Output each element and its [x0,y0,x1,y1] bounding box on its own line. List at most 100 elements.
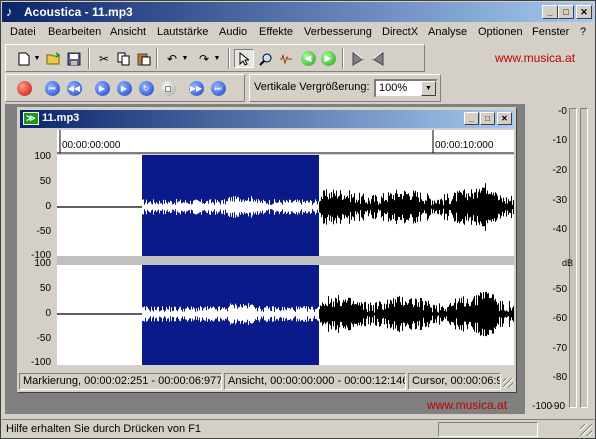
meter-label-min: -100 [532,401,553,412]
forward-arrow-icon[interactable]: ▶ [318,49,338,68]
doc-minimize-button[interactable]: _ [464,112,479,125]
stop-icon[interactable] [158,79,178,98]
play-icon[interactable]: ▶ [92,79,112,98]
new-dropdown-icon[interactable]: ▼ [32,49,42,68]
zoom-toolbar: Vertikale Vergrößerung: 100% ▼ [249,74,441,102]
time-ruler[interactable]: 00:00:00:000 00:00:10:000 [57,130,514,154]
document-status-bar: Markierung, 00:00:02:251 - 00:00:06:977 … [19,373,515,391]
toolbar-separator [156,48,158,69]
play-selection-icon[interactable]: ▶ [114,79,134,98]
waveform-file-icon: ≫ [23,112,39,125]
resize-grip-icon[interactable] [503,378,513,388]
menu-datei[interactable]: Datei [10,26,36,38]
menu-ansicht[interactable]: Ansicht [110,26,146,38]
meter-unit: dB [561,258,573,268]
menu-lautstaerke[interactable]: Lautstärke [157,26,208,38]
y-axis-channel-1: 100 50 0 -50 -100 [21,151,55,261]
copy-icon[interactable] [114,49,134,68]
meter-label: -60 [552,313,567,324]
menu-optionen[interactable]: Optionen [478,26,523,38]
y-label: -50 [36,226,51,237]
cut-icon[interactable]: ✂ [94,49,114,68]
back-arrow-icon[interactable]: ◀ [298,49,318,68]
document-title: 11.mp3 [42,112,80,124]
toolbar-separator [228,48,230,69]
meter-label: -30 [552,195,567,206]
save-icon[interactable] [64,49,84,68]
y-label: 0 [45,308,51,319]
level-meter: -0 -10 -20 -30 -40 dB -50 -60 -70 -80 -9… [529,104,595,416]
go-to-end-icon[interactable]: ⏭ [208,79,228,98]
status-message: Hilfe erhalten Sie durch Drücken von F1 [6,423,202,435]
menu-verbesserung[interactable]: Verbesserung [304,26,372,38]
chevron-down-icon[interactable]: ▼ [421,81,436,96]
meter-label: -50 [552,284,567,295]
website-link-bottom[interactable]: www.musica.at [427,398,507,412]
vertical-zoom-select[interactable]: 100% ▼ [374,79,438,98]
select-cursor-icon[interactable] [234,49,254,68]
y-label: 100 [34,151,51,162]
menu-directx[interactable]: DirectX [382,26,418,38]
fast-forward-icon[interactable]: ▶▶ [186,79,206,98]
meter-label: -90 [550,401,565,412]
meter-bar-right [580,108,588,408]
paste-icon[interactable] [134,49,154,68]
standard-toolbar: ▼ ✂ ↶ ▼ ↷ ▼ ◀ ▶ [5,44,425,72]
y-label: 50 [39,283,51,294]
new-file-icon[interactable] [14,49,34,68]
vertical-zoom-value: 100% [379,82,408,94]
main-window: ♪ Acoustica - 11.mp3 _ □ ✕ Datei Bearbei… [0,0,596,439]
doc-maximize-button[interactable]: □ [480,112,495,125]
website-link-top[interactable]: www.musica.at [495,51,575,65]
y-label: -100 [30,357,51,368]
ruler-label-start: 00:00:00:000 [62,140,121,151]
title-bar: ♪ Acoustica - 11.mp3 _ □ ✕ [2,2,594,22]
menu-help[interactable]: ? [580,26,586,38]
resize-grip-icon[interactable] [580,424,592,436]
y-label: -50 [36,333,51,344]
document-title-bar: ≫ 11.mp3 _ □ ✕ [20,110,514,128]
transport-toolbar: ⏮ ◀◀ ▶ ▶ ↻ ▶▶ ⏭ [5,74,245,102]
menu-audio[interactable]: Audio [219,26,247,38]
zoom-wave-icon[interactable] [276,49,296,68]
view-status: Ansicht, 00:00:00:000 - 00:00:12:146 [224,373,406,390]
status-panel [438,422,538,437]
menu-bearbeiten[interactable]: Bearbeiten [48,26,101,38]
plugin-left-icon[interactable] [348,49,368,68]
meter-label: -40 [552,224,567,235]
minimize-button[interactable]: _ [542,5,558,19]
status-bar: Hilfe erhalten Sie durch Drücken von F1 [2,419,594,438]
menu-fenster[interactable]: Fenster [532,26,569,38]
zoom-magnifier-icon[interactable] [256,49,276,68]
close-button[interactable]: ✕ [576,5,592,19]
y-label: 100 [34,258,51,269]
meter-label: -70 [552,343,567,354]
meter-label: -20 [552,165,567,176]
window-title: Acoustica - 11.mp3 [24,5,133,19]
plugin-right-icon[interactable] [368,49,388,68]
record-icon[interactable] [14,79,34,98]
rewind-icon[interactable]: ◀◀ [64,79,84,98]
loop-play-icon[interactable]: ↻ [136,79,156,98]
redo-dropdown-icon[interactable]: ▼ [212,49,222,68]
y-label: 0 [45,201,51,212]
toolbar-separator [88,48,90,69]
open-folder-icon[interactable] [44,49,64,68]
waveform-display[interactable] [57,155,514,365]
go-to-start-icon[interactable]: ⏮ [42,79,62,98]
undo-dropdown-icon[interactable]: ▼ [180,49,190,68]
doc-close-button[interactable]: ✕ [497,112,512,125]
cursor-status: Cursor, 00:00:06:9 [408,373,501,390]
undo-icon[interactable]: ↶ [162,49,182,68]
y-label: 50 [39,176,51,187]
ruler-label-10s: 00:00:10:000 [435,140,494,151]
redo-icon[interactable]: ↷ [194,49,214,68]
menu-analyse[interactable]: Analyse [428,26,467,38]
marking-status: Markierung, 00:00:02:251 - 00:00:06:977 [19,373,222,390]
menu-effekte[interactable]: Effekte [259,26,293,38]
maximize-button[interactable]: □ [558,5,574,19]
y-axis-channel-2: 100 50 0 -50 -100 [21,258,55,368]
music-note-icon: ♪ [6,4,13,19]
vertical-zoom-label: Vertikale Vergrößerung: [254,81,370,93]
menu-bar: Datei Bearbeiten Ansicht Lautstärke Audi… [2,23,594,42]
